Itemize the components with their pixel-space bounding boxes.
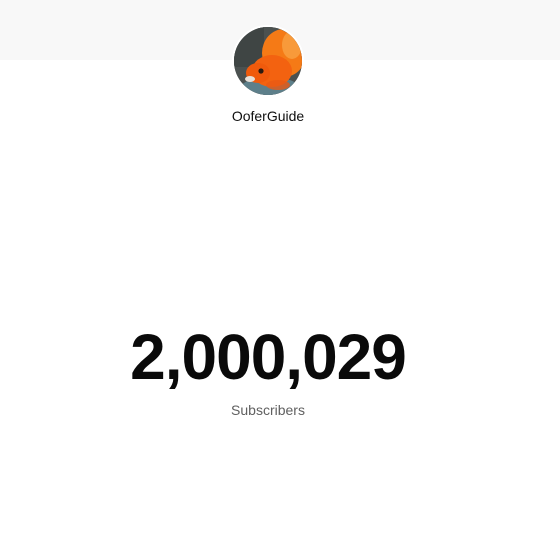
channel-avatar[interactable]: [232, 25, 304, 97]
channel-name[interactable]: OoferGuide: [168, 107, 368, 125]
subscriber-label: Subscribers: [231, 402, 305, 418]
subscriber-count-page: OoferGuide 2,000,029 Subscribers: [0, 0, 560, 560]
goldfish-avatar-icon: [234, 27, 302, 95]
subscriber-count: 2,000,029: [130, 321, 407, 393]
